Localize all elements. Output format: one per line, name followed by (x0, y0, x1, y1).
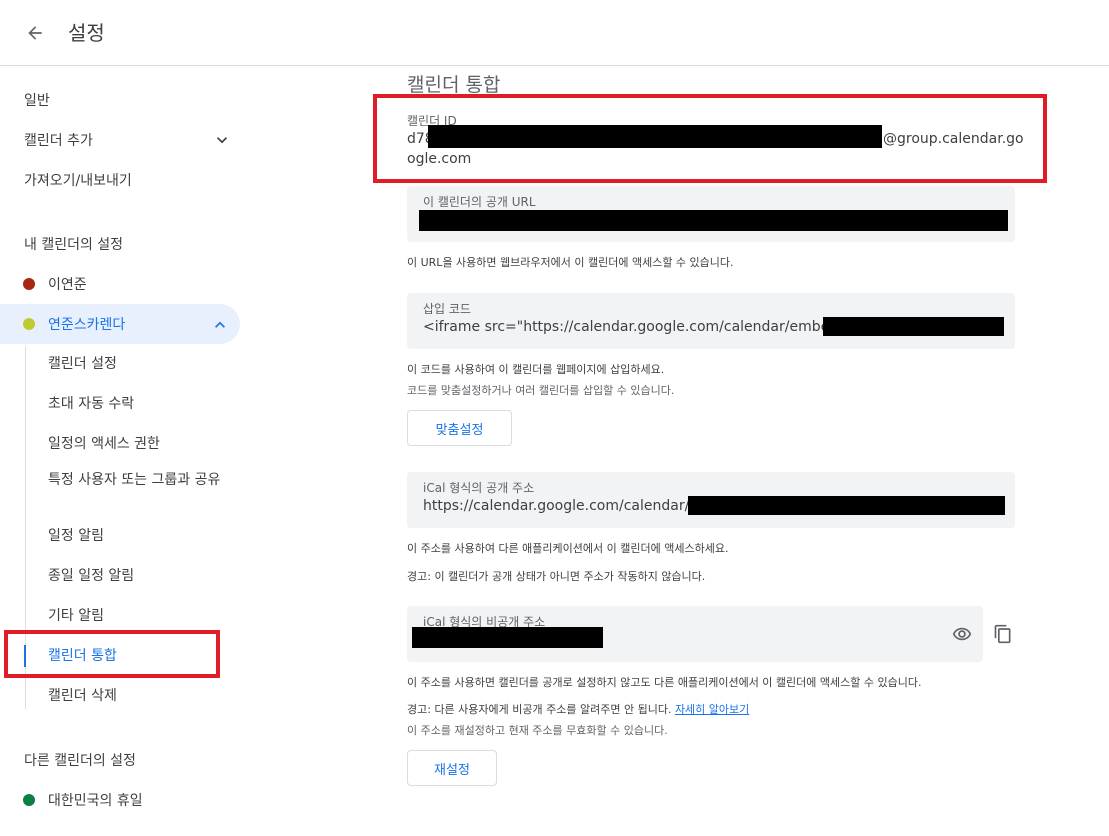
other-calendars-heading: 다른 캘린더의 설정 (24, 753, 136, 769)
subnav-share-with-people[interactable]: 특정 사용자 또는 그룹과 공유 (48, 470, 228, 490)
subnav-auto-accept[interactable]: 초대 자동 수락 (48, 394, 228, 414)
nav-general[interactable]: 일반 (24, 90, 50, 110)
customize-button[interactable]: 맞춤설정 (407, 410, 512, 446)
redaction (688, 496, 1005, 515)
subnav-access-permissions[interactable]: 일정의 액세스 권한 (48, 434, 228, 454)
calendar-color-dot (23, 794, 35, 806)
subnav-event-notifications[interactable]: 일정 알림 (48, 526, 228, 546)
calendar-item-label: 연준스카렌다 (48, 317, 126, 333)
reset-button[interactable]: 재설정 (407, 750, 497, 786)
embed-help-2: 코드를 맞춤설정하거나 여러 캘린더를 삽입할 수 있습니다. (407, 384, 675, 397)
ical-private-help-2: 경고: 다른 사용자에게 비공개 주소를 알려주면 안 됩니다. 자세히 알아보… (407, 701, 749, 717)
calendar-item-yeonjun-calendar[interactable]: 연준스카렌다 (0, 304, 240, 344)
subnav-delete-calendar[interactable]: 캘린더 삭제 (48, 686, 228, 706)
embed-code-label: 삽입 코드 (423, 302, 471, 316)
redaction (419, 210, 1008, 231)
back-arrow-icon[interactable] (20, 18, 50, 48)
copy-icon[interactable] (991, 622, 1015, 646)
subnav-calendar-settings[interactable]: 캘린더 설정 (48, 354, 228, 374)
integrate-calendar-panel: 캘린더 통합 캘린더 ID d78 @group.calendar.go ogl… (373, 66, 1109, 836)
section-title: 캘린더 통합 (407, 74, 501, 96)
highlight-box (4, 630, 220, 678)
public-url-label: 이 캘린더의 공개 URL (423, 195, 536, 209)
settings-sidebar: 일반 캘린더 추가 가져오기/내보내기 내 캘린더의 설정 이연준 연준스카렌다… (0, 66, 260, 836)
nav-import-export[interactable]: 가져오기/내보내기 (24, 170, 132, 190)
my-calendars-heading: 내 캘린더의 설정 (24, 237, 124, 253)
calendar-item-label: 대한민국의 휴일 (48, 793, 143, 809)
chevron-down-icon[interactable] (212, 130, 232, 154)
ical-public-label: iCal 형식의 공개 주소 (423, 481, 535, 495)
highlight-box (373, 94, 1047, 183)
ical-public-help-1: 이 주소를 사용하여 다른 애플리케이션에서 이 캘린더에 액세스하세요. (407, 542, 729, 555)
eye-icon[interactable] (950, 622, 974, 646)
embed-code-value: <iframe src="https://calendar.google.com… (423, 319, 878, 335)
ical-private-warning: 경고: 다른 사용자에게 비공개 주소를 알려주면 안 됩니다. (407, 703, 672, 716)
calendar-item-korea-holidays[interactable]: 대한민국의 휴일 (0, 780, 240, 820)
calendar-color-dot (23, 278, 35, 290)
public-url-help: 이 URL을 사용하면 웹브라우저에서 이 캘린더에 액세스할 수 있습니다. (407, 256, 734, 269)
ical-public-help-2: 경고: 이 캘린더가 공개 상태가 아니면 주소가 작동하지 않습니다. (407, 570, 706, 583)
ical-public-value: https://calendar.google.com/calendar/ica… (423, 498, 714, 514)
learn-more-link[interactable]: 자세히 알아보기 (675, 703, 749, 716)
calendar-color-dot (23, 318, 35, 330)
redaction (823, 317, 1004, 336)
ical-private-help-3: 이 주소를 재설정하고 현재 주소를 무효화할 수 있습니다. (407, 724, 668, 737)
app-header: 설정 (0, 0, 1109, 66)
nav-add-calendar[interactable]: 캘린더 추가 (24, 130, 93, 150)
ical-private-help-1: 이 주소를 사용하면 캘린더를 공개로 설정하지 않고도 다른 애플리케이션에서… (407, 676, 922, 689)
subnav-other-notifications[interactable]: 기타 알림 (48, 606, 228, 626)
embed-help-1: 이 코드를 사용하여 이 캘린더를 웹페이지에 삽입하세요. (407, 363, 665, 376)
subnav-allday-notifications[interactable]: 종일 일정 알림 (48, 566, 228, 586)
page-title: 설정 (68, 21, 105, 45)
redaction (412, 627, 603, 648)
calendar-item-leeyeonjun[interactable]: 이연준 (0, 264, 240, 304)
calendar-item-label: 이연준 (48, 277, 87, 293)
chevron-up-icon[interactable] (210, 315, 230, 339)
